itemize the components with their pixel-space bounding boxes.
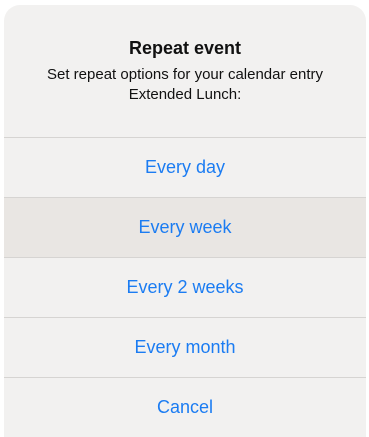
dialog-title: Repeat event — [128, 38, 242, 58]
cancel-button[interactable]: Cancel — [4, 378, 366, 437]
option-every-2-weeks[interactable]: Every 2 weeks — [4, 258, 366, 318]
option-label: Every 2 weeks — [126, 277, 244, 297]
repeat-event-action-sheet: Repeat event Set repeat options for your… — [4, 5, 366, 437]
option-label: Every week — [138, 217, 232, 237]
option-every-month[interactable]: Every month — [4, 318, 366, 378]
cancel-label: Cancel — [156, 397, 214, 417]
dialog-message: Set repeat options for your calendar ent… — [47, 66, 323, 103]
action-sheet-header: Repeat event Set repeat options for your… — [4, 5, 366, 138]
option-label: Every day — [144, 157, 226, 177]
option-every-day[interactable]: Every day — [4, 138, 366, 198]
option-every-week[interactable]: Every week — [4, 198, 366, 258]
option-label: Every month — [134, 337, 236, 357]
